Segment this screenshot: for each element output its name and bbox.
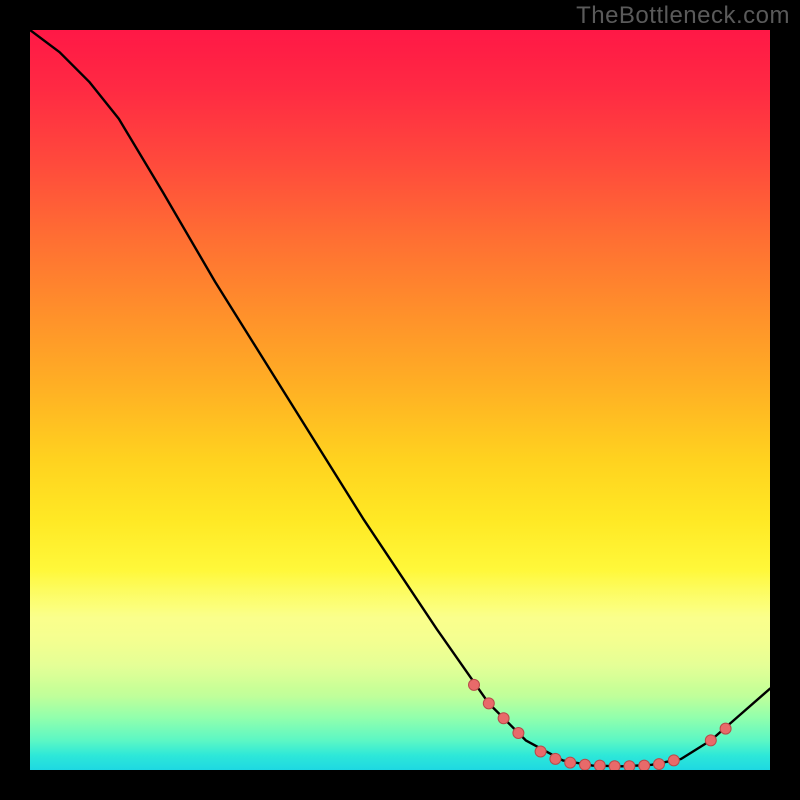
- bottleneck-curve: [30, 30, 770, 770]
- marker-dot: [535, 746, 546, 757]
- marker-dot: [609, 761, 620, 770]
- marker-dot: [624, 761, 635, 770]
- marker-dot: [483, 698, 494, 709]
- marker-dot: [565, 757, 576, 768]
- marker-dot: [513, 728, 524, 739]
- marker-dot: [654, 759, 665, 770]
- chart-root: TheBottleneck.com: [0, 0, 800, 800]
- marker-dot: [705, 735, 716, 746]
- marker-dot: [469, 679, 480, 690]
- marker-dot: [594, 760, 605, 770]
- marker-dot: [639, 760, 650, 770]
- marker-dot: [720, 723, 731, 734]
- curve-markers: [469, 679, 732, 770]
- marker-dot: [668, 755, 679, 766]
- watermark: TheBottleneck.com: [576, 2, 790, 30]
- marker-dot: [550, 753, 561, 764]
- plot-area: [30, 30, 770, 770]
- curve-line: [30, 30, 770, 766]
- marker-dot: [498, 713, 509, 724]
- marker-dot: [580, 759, 591, 770]
